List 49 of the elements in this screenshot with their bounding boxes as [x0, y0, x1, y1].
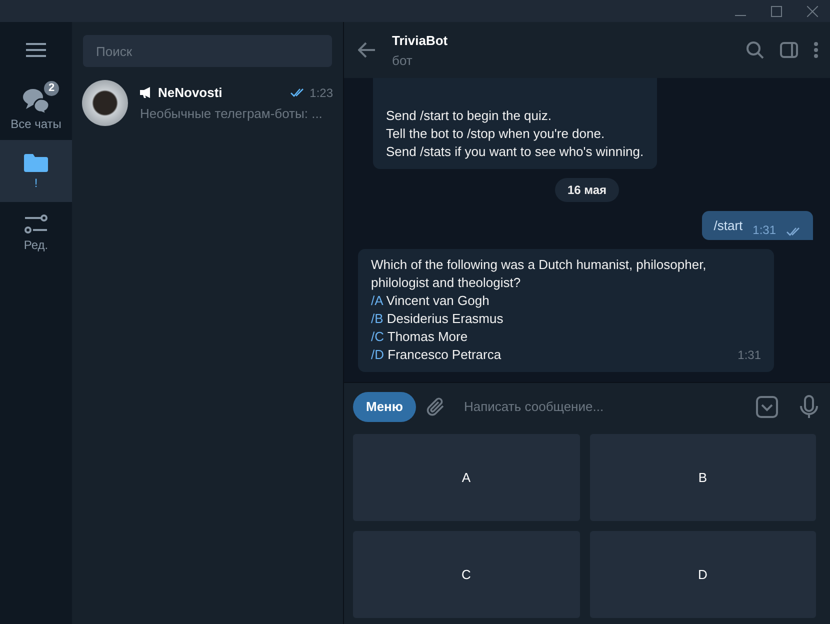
- date-pill: 16 мая: [555, 178, 619, 202]
- chat-list-item[interactable]: NeNovosti 1:23 Необычные телеграм-боты: ...: [72, 74, 343, 132]
- bot-menu-button[interactable]: Меню: [353, 392, 416, 422]
- answer-option: /B Desiderius Erasmus: [371, 310, 504, 328]
- search-button[interactable]: [746, 41, 764, 59]
- message-text: /start: [714, 218, 743, 233]
- command-link[interactable]: /B: [371, 311, 384, 326]
- folder-tab[interactable]: !: [0, 140, 72, 202]
- search-field[interactable]: Поиск: [83, 35, 332, 67]
- message-text: Which of the following was a Dutch humanist, philosopher, philologist and theologist?: [371, 256, 708, 292]
- folder-tab[interactable]: Ред.: [0, 202, 72, 264]
- command-link[interactable]: /A: [371, 293, 383, 308]
- chat-time: 1:23: [310, 86, 333, 100]
- answer-button[interactable]: D: [590, 531, 816, 618]
- chat-title: TriviaBot: [392, 32, 449, 48]
- message-text: Send /start to begin the quiz.: [386, 107, 552, 125]
- sliders-icon: [24, 214, 48, 234]
- chat-subtitle: бот: [392, 52, 414, 68]
- megaphone-icon: [140, 87, 153, 98]
- message-input[interactable]: Написать сообщение...: [456, 392, 746, 422]
- message-text: Send /stats if you want to see who's winning.: [386, 143, 644, 161]
- answer-button[interactable]: B: [590, 434, 816, 521]
- answer-option: /A Vincent van Gogh: [371, 292, 490, 310]
- back-button[interactable]: [358, 42, 376, 58]
- folder-tab[interactable]: 2 Все чаты: [0, 78, 72, 140]
- folder-icon: [24, 152, 48, 172]
- close-icon: [806, 6, 818, 16]
- maximize-icon: [770, 6, 782, 16]
- unread-badge: 2: [42, 79, 61, 98]
- menu-icon: [26, 43, 46, 57]
- more-options-button[interactable]: [814, 42, 818, 58]
- answer-button[interactable]: A: [353, 434, 580, 521]
- message-time: 1:31: [752, 223, 776, 237]
- avatar-photo-placeholder: [82, 80, 128, 126]
- sidebar-toggle-button[interactable]: [780, 42, 798, 58]
- message-time: 1:31: [738, 347, 761, 364]
- command-link[interactable]: /D: [371, 347, 384, 362]
- answer-option: /D Francesco Petrarca: [371, 346, 502, 364]
- microphone-button[interactable]: [800, 394, 818, 418]
- minimize-icon: [734, 15, 746, 16]
- message-text: Tell the bot to /stop when you're done.: [386, 125, 606, 143]
- chat-name: NeNovosti: [158, 85, 224, 100]
- answer-option: /C Thomas More: [371, 328, 468, 346]
- message-composer[interactable]: Меню Написать сообщение...: [344, 382, 830, 430]
- message-preview: Необычные телеграм-боты: ...: [140, 106, 324, 121]
- answer-button[interactable]: C: [353, 531, 580, 618]
- bot-keyboard-button[interactable]: [756, 396, 778, 418]
- attach-button[interactable]: [426, 396, 446, 418]
- command-link[interactable]: /C: [371, 329, 384, 344]
